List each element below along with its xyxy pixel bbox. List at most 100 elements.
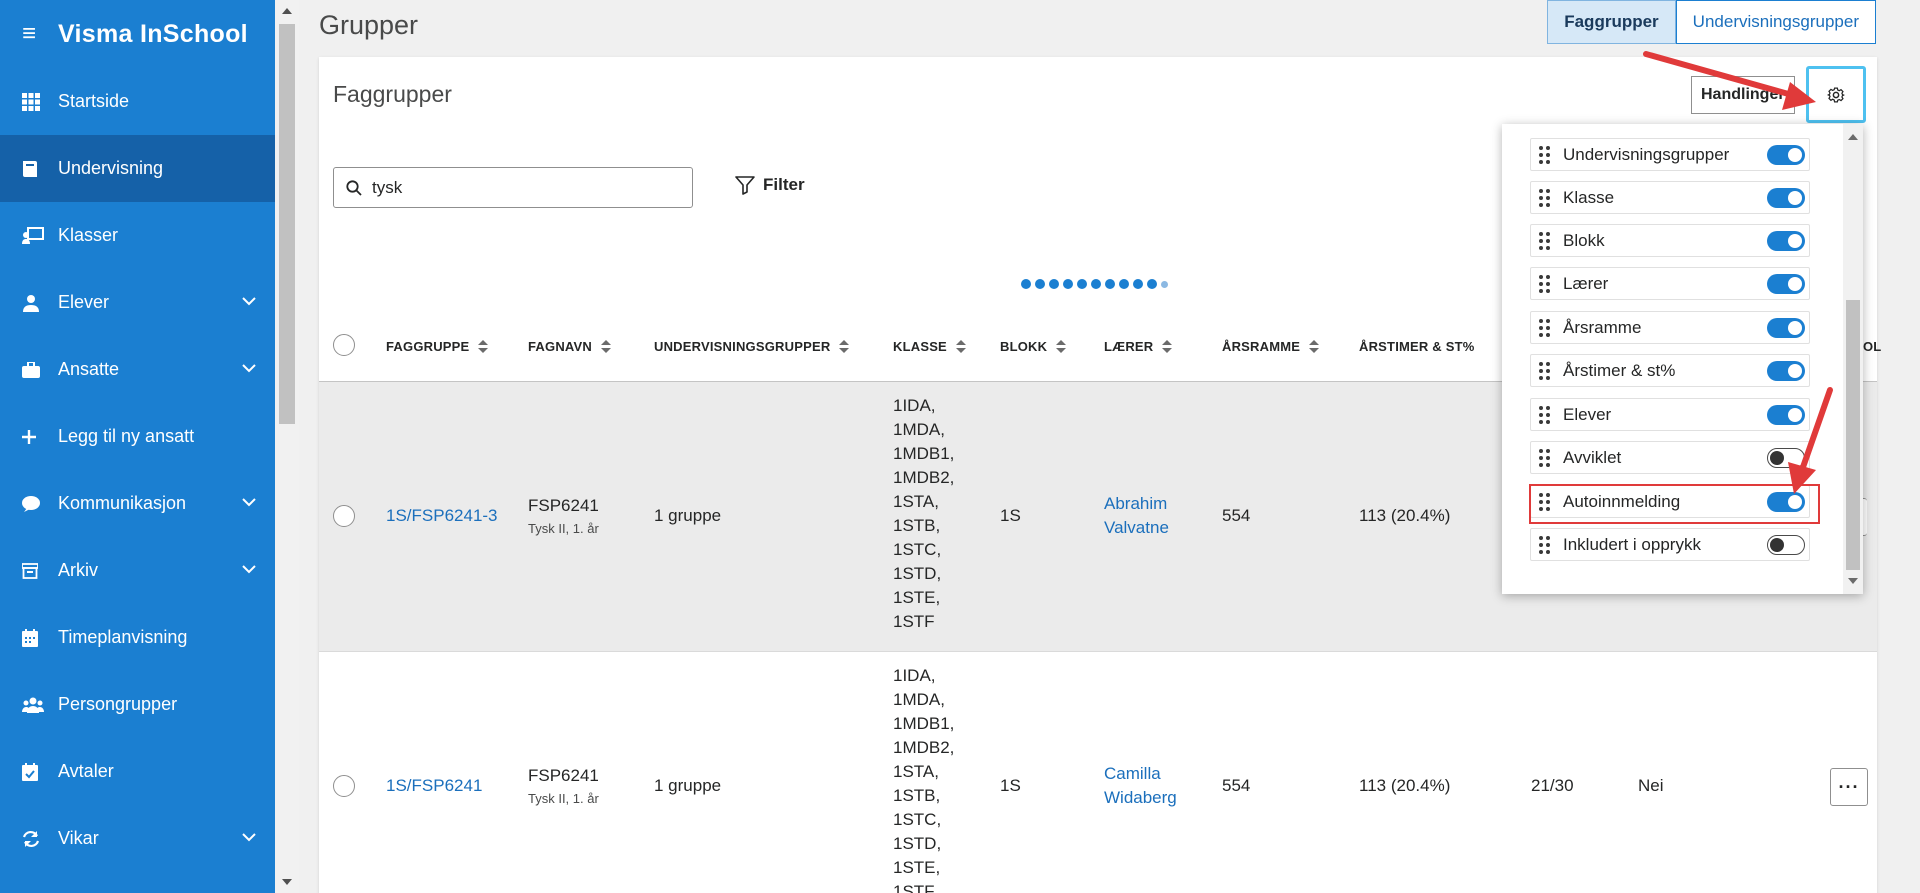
sidebar-item-label: Kommunikasjon	[58, 493, 187, 513]
column-toggle-switch[interactable]	[1767, 535, 1805, 555]
column-settings-button[interactable]	[1806, 66, 1866, 123]
column-option-label: Lærer	[1563, 273, 1609, 293]
column-toggle-switch[interactable]	[1767, 448, 1805, 468]
column-header-faggruppe[interactable]: FAGGRUPPE	[386, 339, 489, 354]
scrollbar-thumb[interactable]	[1846, 300, 1860, 570]
pagination-dot[interactable]	[1133, 279, 1143, 289]
toggle-undervisningsgrupper-button[interactable]: Undervisningsgrupper	[1675, 0, 1876, 44]
sidebar-header: ≡ Visma InSchool	[0, 0, 275, 68]
row-more-button[interactable]: ···	[1830, 768, 1868, 806]
column-header-label: BLOKK	[1000, 339, 1048, 354]
search-field[interactable]	[333, 167, 693, 208]
pagination-dot[interactable]	[1049, 279, 1059, 289]
drag-handle-icon[interactable]	[1539, 318, 1550, 337]
hamburger-menu-icon[interactable]: ≡	[22, 20, 58, 48]
sidebar-item-label: Persongrupper	[58, 694, 178, 714]
drag-handle-icon[interactable]	[1539, 145, 1550, 164]
klasse-item: 1MDA,	[893, 420, 945, 439]
scroll-up-arrow-icon[interactable]	[1848, 134, 1858, 140]
row-checkbox[interactable]	[333, 505, 355, 527]
column-option-label: Klasse	[1563, 187, 1615, 207]
pagination-dot[interactable]	[1035, 279, 1045, 289]
sidebar-item-startside[interactable]: Startside	[0, 68, 275, 135]
popup-scrollbar[interactable]	[1843, 124, 1863, 594]
chevron-down-icon[interactable]	[241, 360, 257, 376]
fagnavn-cell: FSP6241 Tysk II, 1. år	[528, 766, 599, 806]
sidebar-item-ansatte[interactable]: Ansatte	[0, 336, 275, 403]
select-all-checkbox[interactable]	[333, 334, 355, 356]
sidebar-item-legg-til-ny-ansatt[interactable]: Legg til ny ansatt	[0, 403, 275, 470]
column-header-arsramme[interactable]: ÅRSRAMME	[1222, 339, 1320, 354]
pagination-dot[interactable]	[1077, 279, 1087, 289]
scroll-up-arrow-icon[interactable]	[282, 8, 292, 14]
laerer-last-name: Widaberg	[1104, 788, 1177, 807]
sidebar-item-label: Elever	[58, 292, 110, 312]
handlinger-button[interactable]: Handlinger	[1691, 76, 1795, 114]
chevron-down-icon[interactable]	[241, 494, 257, 510]
scroll-down-arrow-icon[interactable]	[282, 879, 292, 885]
column-option-label: Avviklet	[1563, 447, 1622, 467]
column-toggle-switch[interactable]	[1767, 188, 1805, 208]
drag-handle-icon[interactable]	[1539, 188, 1550, 207]
pagination-dot[interactable]	[1161, 281, 1168, 288]
sidebar: ≡ Visma InSchool Startside Undervisning …	[0, 0, 275, 893]
drag-handle-icon[interactable]	[1539, 405, 1550, 424]
chevron-down-icon[interactable]	[241, 293, 257, 309]
column-header-laerer[interactable]: LÆRER	[1104, 339, 1173, 354]
chevron-down-icon[interactable]	[241, 561, 257, 577]
column-toggle-switch[interactable]	[1767, 361, 1805, 381]
pagination-dot[interactable]	[1091, 279, 1101, 289]
klasse-item: 1STE,	[893, 588, 941, 607]
sidebar-item-kommunikasjon[interactable]: Kommunikasjon	[0, 470, 275, 537]
column-header-undervisningsgrupper[interactable]: UNDERVISNINGSGRUPPER	[654, 339, 850, 354]
drag-handle-icon[interactable]	[1539, 231, 1550, 250]
column-header-fagnavn[interactable]: FAGNAVN	[528, 339, 611, 354]
sidebar-item-arkiv[interactable]: Arkiv	[0, 537, 275, 604]
drag-handle-icon[interactable]	[1539, 274, 1550, 293]
laerer-link[interactable]: Camilla Widaberg	[1104, 762, 1177, 810]
laerer-link[interactable]: Abrahim Valvatne	[1104, 492, 1169, 540]
column-toggle-switch[interactable]	[1767, 231, 1805, 251]
column-option-label: Elever	[1563, 404, 1612, 424]
column-toggle-switch[interactable]	[1767, 405, 1805, 425]
column-toggle-switch[interactable]	[1767, 145, 1805, 165]
search-input[interactable]	[372, 177, 672, 198]
sidebar-item-elever[interactable]: Elever	[0, 269, 275, 336]
toggle-faggrupper-button[interactable]: Faggrupper	[1547, 0, 1676, 44]
grid-icon	[22, 92, 58, 112]
scrollbar-thumb[interactable]	[279, 24, 295, 424]
column-toggle-switch[interactable]	[1767, 274, 1805, 294]
column-header-arstimer[interactable]: ÅRSTIMER & ST%	[1359, 339, 1474, 354]
drag-handle-icon[interactable]	[1539, 361, 1550, 380]
row-checkbox[interactable]	[333, 775, 355, 797]
pagination-dot[interactable]	[1063, 279, 1073, 289]
pagination-dot[interactable]	[1105, 279, 1115, 289]
column-toggle-switch[interactable]	[1767, 318, 1805, 338]
drag-handle-icon[interactable]	[1539, 448, 1550, 467]
sidebar-item-avtaler[interactable]: Avtaler	[0, 738, 275, 805]
column-header-blokk[interactable]: BLOKK	[1000, 339, 1067, 354]
pagination-dot[interactable]	[1147, 279, 1157, 289]
sidebar-item-klasser[interactable]: Klasser	[0, 202, 275, 269]
pagination-dot[interactable]	[1021, 279, 1031, 289]
refresh-icon	[22, 829, 58, 849]
filter-button[interactable]: Filter	[735, 175, 805, 195]
faggruppe-link[interactable]: 1S/FSP6241-3	[386, 506, 498, 526]
sidebar-item-persongrupper[interactable]: Persongrupper	[0, 671, 275, 738]
scroll-down-arrow-icon[interactable]	[1848, 578, 1858, 584]
klasse-item: 1STA,	[893, 762, 939, 781]
table-row[interactable]: 1S/FSP6241 FSP6241 Tysk II, 1. år 1 grup…	[319, 652, 1877, 893]
sidebar-scrollbar[interactable]	[275, 0, 299, 893]
column-header-klasse[interactable]: KLASSE	[893, 339, 966, 354]
sidebar-item-undervisning[interactable]: Undervisning	[0, 135, 275, 202]
faggruppe-link[interactable]: 1S/FSP6241	[386, 776, 482, 796]
fagnavn-code: FSP6241	[528, 496, 599, 515]
sidebar-item-timeplanvisning[interactable]: Timeplanvisning	[0, 604, 275, 671]
pagination-dot[interactable]	[1119, 279, 1129, 289]
klasse-cell: 1IDA, 1MDA, 1MDB1, 1MDB2, 1STA, 1STB, 1S…	[893, 394, 954, 634]
chevron-down-icon[interactable]	[241, 829, 257, 845]
sidebar-item-vikar[interactable]: Vikar	[0, 805, 275, 872]
drag-handle-icon[interactable]	[1539, 535, 1550, 554]
klasse-item: 1STF	[893, 612, 935, 631]
column-header-truncated[interactable]: OL	[1863, 339, 1881, 354]
